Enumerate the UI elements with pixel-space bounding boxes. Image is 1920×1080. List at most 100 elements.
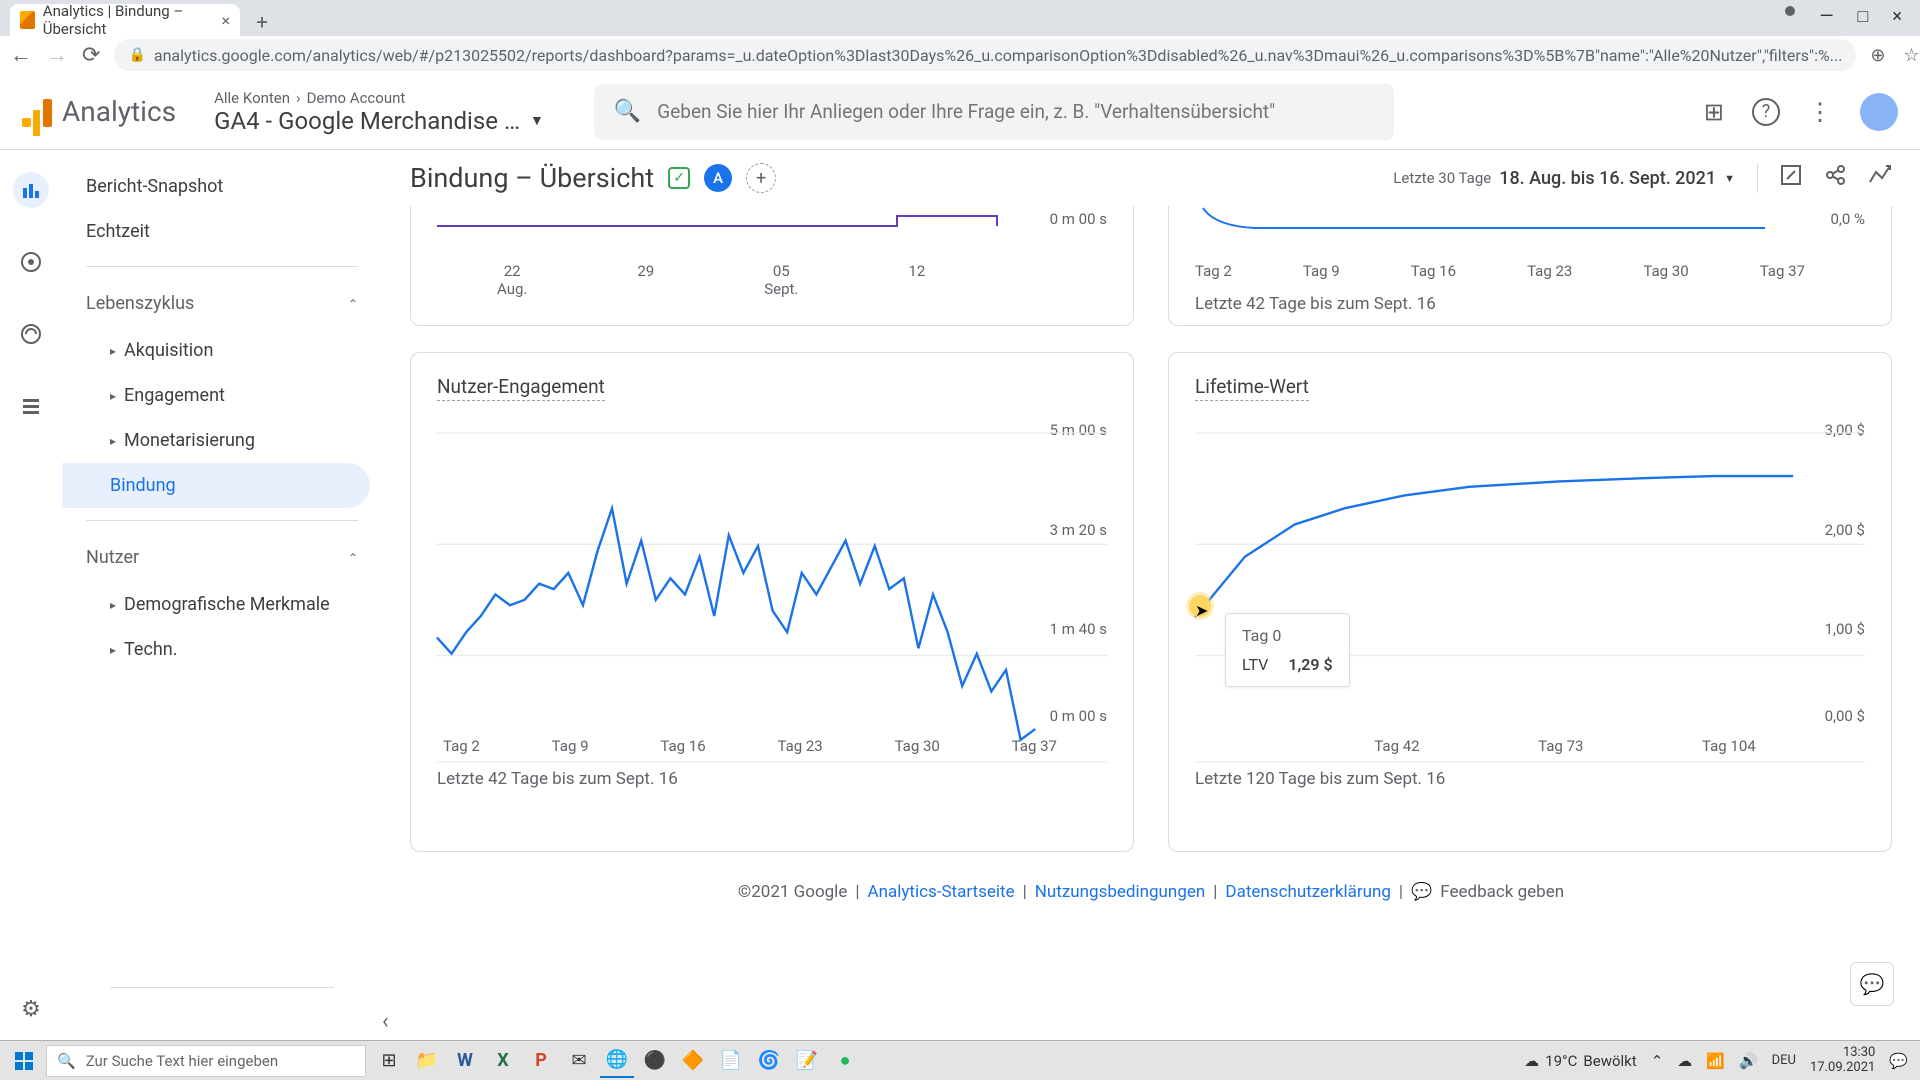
maximize-icon[interactable]: □ xyxy=(1858,6,1869,27)
feedback-icon: 💬 xyxy=(1411,882,1432,902)
incognito-icon[interactable] xyxy=(1785,6,1795,16)
crumb-demo-account: Demo Account xyxy=(307,89,406,107)
sidebar-sub-label: Techn. xyxy=(124,639,177,660)
start-button[interactable] xyxy=(4,1045,44,1077)
sidebar-item-engagement[interactable]: ▸Engagement xyxy=(62,373,382,418)
mail-icon[interactable]: ✉ xyxy=(562,1044,596,1078)
date-range-selector[interactable]: Letzte 30 Tage 18. Aug. bis 16. Sept. 20… xyxy=(1393,168,1735,189)
add-comparison-button[interactable]: + xyxy=(746,163,776,193)
task-view-icon[interactable]: ⊞ xyxy=(372,1044,406,1078)
taskbar-clock[interactable]: 13:30 17.09.2021 xyxy=(1810,1046,1875,1075)
sidebar-item-retention[interactable]: Bindung xyxy=(62,463,370,508)
sidebar-item-snapshot[interactable]: Bericht-Snapshot xyxy=(62,164,382,209)
address-bar[interactable]: 🔒 analytics.google.com/analytics/web/#/p… xyxy=(114,39,1856,71)
page-header: Bindung – Übersicht ✓ A + Letzte 30 Tage… xyxy=(382,150,1920,206)
sidebar-item-tech[interactable]: ▸Techn. xyxy=(62,627,382,672)
share-icon[interactable] xyxy=(1824,164,1846,192)
reload-icon[interactable]: ⟳ xyxy=(82,43,100,68)
tray-onedrive-icon[interactable]: ☁ xyxy=(1677,1052,1692,1070)
mini-right-footer: Letzte 42 Tage bis zum Sept. 16 xyxy=(1195,294,1865,314)
rail-configure-icon[interactable] xyxy=(13,388,49,424)
weather-temp: 19°C xyxy=(1545,1052,1577,1070)
edge-icon[interactable]: 🌀 xyxy=(752,1044,786,1078)
footer-link-home[interactable]: Analytics-Startseite xyxy=(868,882,1015,902)
ga-logo[interactable]: Analytics xyxy=(22,95,176,128)
apps-grid-icon[interactable]: ⊞ xyxy=(1704,98,1724,126)
comparison-chip-all-users[interactable]: A xyxy=(704,164,732,192)
customize-report-icon[interactable] xyxy=(1780,164,1802,192)
xtick: Tag 16 xyxy=(1411,262,1456,280)
clock-date: 17.09.2021 xyxy=(1810,1061,1875,1075)
minimize-icon[interactable]: — xyxy=(1819,6,1833,27)
footer-link-privacy[interactable]: Datenschutzerklärung xyxy=(1225,882,1390,902)
help-icon[interactable]: ? xyxy=(1752,98,1780,126)
rail-admin-gear-icon[interactable]: ⚙ xyxy=(21,997,41,1022)
file-explorer-icon[interactable]: 📁 xyxy=(410,1044,444,1078)
xtick: 29 xyxy=(637,262,654,298)
window-controls: — □ × xyxy=(1785,0,1920,27)
chrome-icon[interactable]: 🌐 xyxy=(600,1044,634,1078)
sidebar-group-user[interactable]: Nutzer ⌃ xyxy=(62,533,382,582)
taskbar-search[interactable]: 🔍 Zur Suche Text hier eingeben xyxy=(46,1045,366,1077)
browser-tab-active[interactable]: Analytics | Bindung – Übersicht × xyxy=(10,4,240,36)
verified-badge-icon[interactable]: ✓ xyxy=(668,167,690,189)
rail-explore-icon[interactable] xyxy=(13,244,49,280)
feedback-bubble-button[interactable]: 💬 xyxy=(1850,962,1894,1006)
sidebar-item-monetization[interactable]: ▸Monetarisierung xyxy=(62,418,382,463)
forward-icon[interactable]: → xyxy=(46,42,68,68)
back-icon[interactable]: ← xyxy=(10,42,32,68)
date-range-value: 18. Aug. bis 16. Sept. 2021 xyxy=(1499,168,1716,189)
insights-icon[interactable] xyxy=(1868,164,1892,192)
tooltip-day: Tag 0 xyxy=(1242,626,1333,645)
tray-language[interactable]: DEU xyxy=(1772,1053,1796,1068)
spotify-icon[interactable]: ● xyxy=(828,1044,862,1078)
xtick: 22 Aug. xyxy=(497,262,527,298)
app-icon-1[interactable]: 🔶 xyxy=(676,1044,710,1078)
powerpoint-icon[interactable]: P xyxy=(524,1044,558,1078)
star-icon[interactable]: ☆ xyxy=(1904,45,1920,66)
user-avatar[interactable] xyxy=(1860,93,1898,131)
sidebar-group-lifecycle[interactable]: Lebenszyklus ⌃ xyxy=(62,279,382,328)
search-bar[interactable]: 🔍 xyxy=(594,84,1394,140)
new-tab-button[interactable]: + xyxy=(248,8,276,36)
kebab-menu-icon[interactable]: ⋮ xyxy=(1808,98,1832,126)
card-lifetime-value: Lifetime-Wert 3,00 $ 2,00 $ 1,00 $ 0,00 … xyxy=(1168,352,1892,852)
tray-volume-icon[interactable]: 🔊 xyxy=(1739,1052,1758,1070)
sidebar-item-demographics[interactable]: ▸Demografische Merkmale xyxy=(62,582,382,627)
word-icon[interactable]: W xyxy=(448,1044,482,1078)
search-icon: 🔍 xyxy=(57,1052,76,1070)
footer-link-terms[interactable]: Nutzungsbedingungen xyxy=(1035,882,1206,902)
tray-notifications-icon[interactable]: 💬 xyxy=(1889,1052,1908,1070)
taskbar-weather[interactable]: ☁ 19°C Bewölkt xyxy=(1524,1052,1637,1070)
close-window-icon[interactable]: × xyxy=(1892,6,1902,27)
footer-link-feedback[interactable]: Feedback geben xyxy=(1440,882,1564,902)
app-icon-2[interactable]: 📄 xyxy=(714,1044,748,1078)
search-input[interactable] xyxy=(657,100,1374,123)
engagement-chart[interactable]: 5 m 00 s 3 m 20 s 1 m 40 s 0 m 00 s xyxy=(437,421,1107,731)
tab-title: Analytics | Bindung – Übersicht xyxy=(43,2,214,38)
taskbar-pinned-apps: ⊞ 📁 W X P ✉ 🌐 ⚫ 🔶 📄 🌀 📝 ● xyxy=(372,1044,862,1078)
card-title: Nutzer-Engagement xyxy=(437,375,605,401)
tab-close-icon[interactable]: × xyxy=(221,11,230,30)
notepad-icon[interactable]: 📝 xyxy=(790,1044,824,1078)
sidebar-item-realtime[interactable]: Echtzeit xyxy=(62,209,382,254)
xtick: 12 xyxy=(908,262,925,298)
url-text: analytics.google.com/analytics/web/#/p21… xyxy=(154,46,1843,65)
tray-wifi-icon[interactable]: 📶 xyxy=(1706,1052,1725,1070)
product-name: Analytics xyxy=(62,95,176,128)
ltv-chart[interactable]: 3,00 $ 2,00 $ 1,00 $ 0,00 $ ➤ Tag 0 xyxy=(1195,421,1865,731)
rail-advertising-icon[interactable] xyxy=(13,316,49,352)
sidebar-sub-label: Akquisition xyxy=(124,340,213,361)
sidebar-sub-label: Bindung xyxy=(110,475,176,496)
sidebar-collapse-icon[interactable]: ‹ xyxy=(382,1009,389,1034)
account-selector[interactable]: Alle Konten › Demo Account GA4 - Google … xyxy=(214,89,544,135)
taskbar-search-placeholder: Zur Suche Text hier eingeben xyxy=(86,1052,278,1070)
excel-icon[interactable]: X xyxy=(486,1044,520,1078)
rail-reports-icon[interactable] xyxy=(13,172,49,208)
tab-strip: Analytics | Bindung – Übersicht × + — □ … xyxy=(0,0,1920,36)
tray-chevron-icon[interactable]: ⌃ xyxy=(1651,1052,1664,1070)
zoom-icon[interactable]: ⊕ xyxy=(1870,45,1885,66)
obs-icon[interactable]: ⚫ xyxy=(638,1044,672,1078)
sidebar-item-acquisition[interactable]: ▸Akquisition xyxy=(62,328,382,373)
analytics-logo-icon xyxy=(22,97,52,127)
